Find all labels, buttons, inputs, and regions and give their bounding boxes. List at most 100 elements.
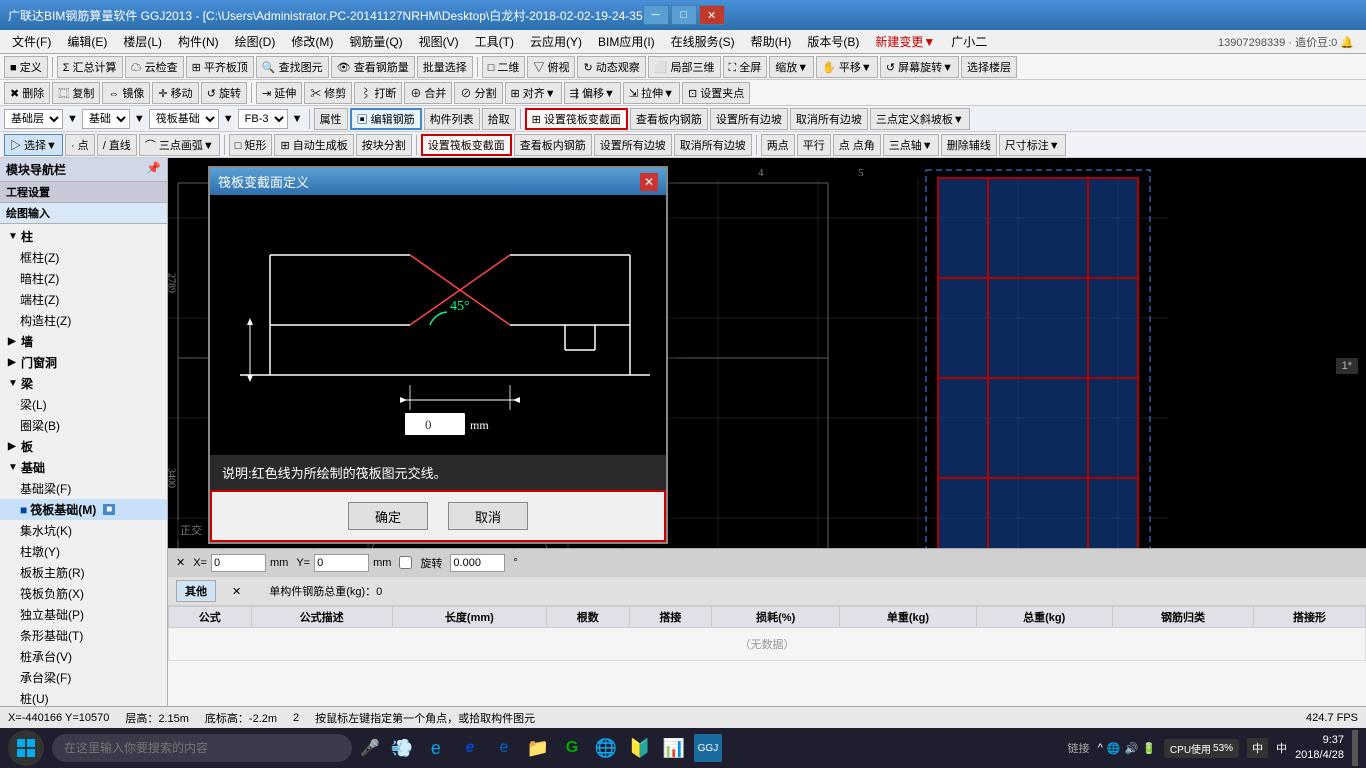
sidebar-pin-icon[interactable]: 📌 bbox=[146, 161, 161, 178]
btn-batch-select[interactable]: 批量选择 bbox=[417, 56, 473, 78]
menu-version[interactable]: 版本号(B) bbox=[799, 31, 867, 52]
sidebar-item-found-beam[interactable]: 基础梁(F) bbox=[0, 478, 167, 499]
btn-trim[interactable]: ✂ 修剪 bbox=[304, 82, 352, 104]
btn-2pts[interactable]: 两点 bbox=[761, 134, 795, 156]
tray-arrow[interactable]: ^ bbox=[1098, 742, 1103, 754]
taskbar-icon-ggj[interactable]: GGJ bbox=[694, 734, 722, 762]
menu-component[interactable]: 构件(N) bbox=[170, 31, 227, 52]
btn-split[interactable]: ⊘ 分割 bbox=[454, 82, 502, 104]
select-type[interactable]: 筏板基础 bbox=[149, 109, 219, 129]
sidebar-item-col-base[interactable]: 柱墩(Y) bbox=[0, 541, 167, 562]
coords-close-icon[interactable]: ✕ bbox=[176, 556, 185, 569]
btn-arc[interactable]: ⌒ 三点画弧▼ bbox=[139, 134, 220, 156]
sidebar-item-framecol[interactable]: 框柱(Z) bbox=[0, 247, 167, 268]
show-desktop-btn[interactable] bbox=[1352, 730, 1358, 766]
btn-grip[interactable]: ⊡ 设置夹点 bbox=[682, 82, 750, 104]
rotate-checkbox[interactable] bbox=[399, 556, 412, 569]
btn-rotate[interactable]: ↺ 旋转 bbox=[201, 82, 247, 104]
sidebar-item-beam-l[interactable]: 梁(L) bbox=[0, 394, 167, 415]
sidebar-item-strip-found[interactable]: 条形基础(T) bbox=[0, 625, 167, 646]
btn-cancel-slope[interactable]: 取消所有边坡 bbox=[674, 134, 752, 156]
btn-set-raft-section[interactable]: ⊞ 设置筏板变截面 bbox=[525, 108, 628, 130]
btn-break[interactable]: ⌇ 打断 bbox=[354, 82, 402, 104]
select-category[interactable]: 基础 bbox=[82, 109, 130, 129]
menu-draw[interactable]: 绘图(D) bbox=[227, 31, 284, 52]
taskbar-icon-g[interactable]: G bbox=[558, 734, 586, 762]
sidebar-item-pile[interactable]: 桩(U) bbox=[0, 688, 167, 706]
btn-define[interactable]: ■ 定义 bbox=[4, 56, 48, 78]
btn-pick[interactable]: 拾取 bbox=[482, 108, 516, 130]
btn-dynamic[interactable]: ↻ 动态观察 bbox=[577, 56, 645, 78]
modal-confirm-button[interactable]: 确定 bbox=[348, 502, 428, 530]
section-project-settings[interactable]: 工程设置 bbox=[0, 182, 167, 203]
start-button[interactable] bbox=[8, 730, 44, 766]
minimize-button[interactable]: ─ bbox=[643, 5, 669, 25]
taskbar-icon-folder[interactable]: 📁 bbox=[524, 734, 552, 762]
btn-view-inner-rebar[interactable]: 查看板内钢筋 bbox=[514, 134, 592, 156]
menu-modify[interactable]: 修改(M) bbox=[283, 31, 341, 52]
modal-close-button[interactable]: ✕ bbox=[640, 173, 658, 191]
sidebar-item-raft-neg-rebar[interactable]: 筏板负筋(X) bbox=[0, 583, 167, 604]
btn-view-plate-rebar[interactable]: 查看板内钢筋 bbox=[630, 108, 708, 130]
select-floor[interactable]: 基础层 bbox=[4, 109, 63, 129]
btn-calc[interactable]: Σ 汇总计算 bbox=[57, 56, 123, 78]
btn-merge[interactable]: ⊕ 合并 bbox=[404, 82, 452, 104]
y-input[interactable] bbox=[314, 554, 369, 572]
sidebar-item-iso-found[interactable]: 独立基础(P) bbox=[0, 604, 167, 625]
sidebar-item-constcol[interactable]: 构造柱(Z) bbox=[0, 310, 167, 331]
btn-corner-angle[interactable]: 点 点角 bbox=[833, 134, 881, 156]
x-input[interactable] bbox=[211, 554, 266, 572]
btn-find[interactable]: 🔍 查找图元 bbox=[256, 56, 329, 78]
btn-line[interactable]: / 直线 bbox=[97, 134, 137, 156]
taskbar-icon-app1[interactable]: 📊 bbox=[660, 734, 688, 762]
menu-new-change[interactable]: 新建变更▼ bbox=[867, 31, 943, 52]
select-component[interactable]: FB-3 bbox=[238, 109, 288, 129]
btn-view-rebar[interactable]: 👁 查看钢筋量 bbox=[331, 56, 415, 78]
modal-cancel-button[interactable]: 取消 bbox=[448, 502, 528, 530]
btn-cancel-all-slope[interactable]: 取消所有边坡 bbox=[790, 108, 868, 130]
taskbar-icon-globe[interactable]: 🌐 bbox=[592, 734, 620, 762]
btn-set-slope[interactable]: 设置所有边坡 bbox=[594, 134, 672, 156]
btn-rect[interactable]: □ 矩形 bbox=[229, 134, 273, 156]
btn-3pts-axis[interactable]: 三点轴▼ bbox=[883, 134, 939, 156]
btn-mirror[interactable]: ⇔ 镜像 bbox=[102, 82, 150, 104]
tab-other[interactable]: 其他 bbox=[176, 580, 216, 602]
btn-block-split[interactable]: 按块分割 bbox=[356, 134, 412, 156]
btn-extend[interactable]: ⇥ 延伸 bbox=[256, 82, 302, 104]
sidebar-item-pile-cap[interactable]: 桩承台(V) bbox=[0, 646, 167, 667]
menu-file[interactable]: 文件(F) bbox=[4, 31, 59, 52]
menu-edit[interactable]: 编辑(E) bbox=[59, 31, 115, 52]
btn-property[interactable]: 属性 bbox=[314, 108, 348, 130]
sidebar-item-hidcol[interactable]: 暗柱(Z) bbox=[0, 268, 167, 289]
tree-beam-group[interactable]: ▼ 梁 bbox=[0, 373, 167, 394]
btn-cloud-check[interactable]: ☁ 云检查 bbox=[125, 56, 184, 78]
menu-online[interactable]: 在线服务(S) bbox=[663, 31, 743, 52]
sidebar-item-endcol[interactable]: 端柱(Z) bbox=[0, 289, 167, 310]
lang-indicator[interactable]: 中 bbox=[1247, 738, 1268, 758]
btn-auto-slab[interactable]: ⊞ 自动生成板 bbox=[274, 134, 353, 156]
rotate-input[interactable] bbox=[450, 554, 505, 572]
sidebar-item-raft[interactable]: ■ 筏板基础(M) ■ bbox=[0, 499, 167, 520]
btn-partial-3d[interactable]: ⬜ 局部三维 bbox=[648, 56, 721, 78]
btn-2d[interactable]: □ 二维 bbox=[482, 56, 526, 78]
taskbar-icon-ie2[interactable]: e bbox=[456, 734, 484, 762]
taskbar-search-input[interactable] bbox=[52, 734, 352, 762]
btn-dim-note[interactable]: 尺寸标注▼ bbox=[999, 134, 1066, 156]
sidebar-item-cap-beam[interactable]: 承台梁(F) bbox=[0, 667, 167, 688]
menu-gxe[interactable]: 广小二 bbox=[943, 31, 995, 52]
btn-delete-aux[interactable]: 删除辅线 bbox=[941, 134, 997, 156]
sidebar-item-sump[interactable]: 集水坑(K) bbox=[0, 520, 167, 541]
btn-delete[interactable]: ✖ 删除 bbox=[4, 82, 50, 104]
menu-bim[interactable]: BIM应用(I) bbox=[590, 31, 663, 52]
btn-3pt-slope[interactable]: 三点定义斜坡板▼ bbox=[870, 108, 970, 130]
menu-tools[interactable]: 工具(T) bbox=[467, 31, 522, 52]
btn-top-view[interactable]: ▽ 俯视 bbox=[527, 56, 575, 78]
menu-cloud[interactable]: 云应用(Y) bbox=[522, 31, 590, 52]
btn-point[interactable]: · 点 bbox=[65, 134, 95, 156]
tree-door-group[interactable]: ▶ 门窗洞 bbox=[0, 352, 167, 373]
btn-stretch[interactable]: ⇲ 拉伸▼ bbox=[623, 82, 680, 104]
tree-col-group[interactable]: ▼ 柱 bbox=[0, 226, 167, 247]
taskbar-icon-ie3[interactable]: e bbox=[490, 734, 518, 762]
btn-screen-rotate[interactable]: ↺ 屏幕旋转▼ bbox=[880, 56, 959, 78]
btn-align-top[interactable]: ⊞ 平齐板顶 bbox=[186, 56, 254, 78]
